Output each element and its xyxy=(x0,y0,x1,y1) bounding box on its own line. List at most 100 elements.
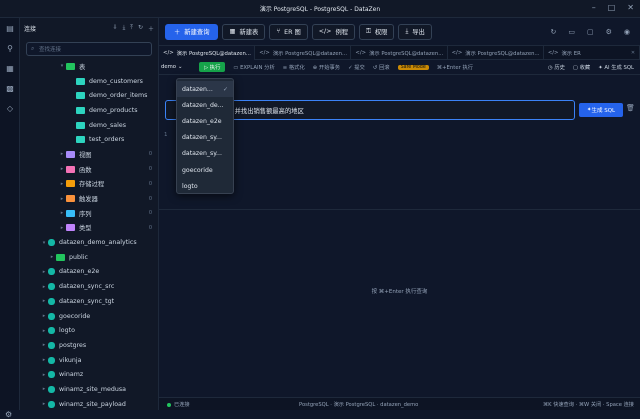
plugin-icon[interactable]: ◇ xyxy=(0,98,20,118)
github-icon[interactable]: ◉ xyxy=(624,28,630,36)
history-button[interactable]: ◷ 历史 xyxy=(548,63,565,71)
chevron-right-icon[interactable]: ▸ xyxy=(58,181,66,187)
new-table-button[interactable]: ▦ 新建表 xyxy=(222,23,266,40)
settings-gear-icon[interactable]: ⚙ xyxy=(5,410,12,419)
dropdown-option[interactable]: datazen_e2e xyxy=(177,113,233,129)
chevron-right-icon[interactable]: ▸ xyxy=(58,210,66,216)
minimize-button[interactable]: – xyxy=(592,3,596,12)
dropdown-option[interactable]: datazen_de... xyxy=(177,97,233,113)
refresh-icon[interactable]: ↻ xyxy=(550,28,556,36)
close-tab-icon[interactable]: ✕ xyxy=(631,50,635,56)
chevron-right-icon[interactable]: ▸ xyxy=(40,328,48,334)
tree-item-label: datazen_sync_src xyxy=(59,283,115,291)
generate-sql-button[interactable]: ✦ 生成 SQL xyxy=(579,103,623,117)
tree-item[interactable]: ▸ 类型 0 xyxy=(20,221,158,236)
chevron-right-icon[interactable]: ▸ xyxy=(58,196,66,202)
dropdown-option[interactable]: datazen... ✓ xyxy=(177,81,233,98)
tree-item[interactable]: demo_order_items xyxy=(20,88,158,103)
ai-generate-toggle[interactable]: ✦ AI 生成 SQL xyxy=(598,63,634,71)
tree-item[interactable]: ▸ goecoride xyxy=(20,309,158,324)
comment-icon[interactable]: ▢ xyxy=(587,28,594,36)
explain-button[interactable]: ▭ EXPLAIN 分析 xyxy=(233,63,274,71)
link-icon[interactable]: ⚲ xyxy=(0,38,20,58)
chevron-right-icon[interactable]: ▸ xyxy=(40,357,48,363)
tree-item[interactable]: ▾ datazen_demo_analytics xyxy=(20,235,158,250)
apps-icon[interactable]: ▩ xyxy=(0,78,20,98)
dropdown-option[interactable]: datazen_sy... xyxy=(177,146,233,162)
tree-item[interactable]: ▸ 存储过程 0 xyxy=(20,177,158,192)
tree-item[interactable]: ▸ 序列 0 xyxy=(20,206,158,221)
commit-button[interactable]: ✓ 提交 xyxy=(348,63,365,71)
format-button[interactable]: ≡ 格式化 xyxy=(283,63,305,71)
chevron-right-icon[interactable]: ▸ xyxy=(58,166,66,172)
chevron-right-icon[interactable]: ▸ xyxy=(58,151,66,157)
database-select[interactable]: demo ⌄ xyxy=(161,64,191,70)
chevron-right-icon[interactable]: ▸ xyxy=(40,342,48,348)
tree-item[interactable]: ▸ public xyxy=(20,250,158,265)
query-tab[interactable]: </> 演示 ER ✕ xyxy=(544,46,640,60)
export-button[interactable]: ⤓ 导出 xyxy=(398,23,432,40)
chevron-down-icon[interactable]: ▾ xyxy=(40,240,48,246)
add-connection-icon[interactable]: ＋ xyxy=(148,24,154,33)
dropdown-option[interactable]: goecoride xyxy=(177,162,233,178)
query-tab[interactable]: </>演示 PostgreSQL@datazen...✕ xyxy=(159,46,256,60)
sync-icon[interactable]: ↻ xyxy=(138,24,143,33)
query-tab[interactable]: </>演示 PostgreSQL@datazen...✕ xyxy=(448,46,544,60)
grid-icon[interactable]: ▦ xyxy=(0,58,20,78)
chevron-right-icon[interactable]: ▸ xyxy=(58,225,66,231)
connections-icon[interactable]: ▤ xyxy=(0,18,20,38)
chevron-right-icon[interactable]: ▸ xyxy=(48,254,56,260)
maximize-button[interactable]: □ xyxy=(608,3,616,12)
tree-item[interactable]: ▸ datazen_e2e xyxy=(20,265,158,280)
table-icon xyxy=(76,136,85,144)
tree-item[interactable]: demo_products xyxy=(20,103,158,118)
tree-item[interactable]: ▸ logto xyxy=(20,323,158,338)
settings-icon[interactable]: ⚙ xyxy=(606,28,612,36)
tree-item[interactable]: ▸ 视图 0 xyxy=(20,147,158,162)
download-icon[interactable]: ⤓ xyxy=(123,24,126,33)
tree-item[interactable]: ▸ winamz_site_payload xyxy=(20,397,158,410)
chevron-right-icon[interactable]: ▸ xyxy=(40,386,48,392)
tree-item[interactable]: ▸ 函数 0 xyxy=(20,162,158,177)
run-button[interactable]: ▷ 执行 xyxy=(199,62,226,72)
query-tab[interactable]: </>演示 PostgreSQL@datazen...✕ xyxy=(255,46,352,60)
safe-mode-badge[interactable]: Safe Mode xyxy=(397,64,429,70)
upload-icon[interactable]: ⤒ xyxy=(130,24,133,33)
import-icon[interactable]: ⇩ xyxy=(113,24,118,33)
tree-item[interactable]: ▸ datazen_sync_tgt xyxy=(20,294,158,309)
dropdown-option[interactable]: datazen_sy... xyxy=(177,130,233,146)
connection-search-input[interactable]: ⌕ 查找连接 xyxy=(26,42,152,56)
tree-item[interactable]: ▸ vikunja xyxy=(20,353,158,368)
query-tab[interactable]: </>演示 PostgreSQL@datazen...✕ xyxy=(351,46,448,60)
tree-item[interactable]: ▸ winamz xyxy=(20,367,158,382)
new-query-button[interactable]: ＋新建查询 xyxy=(165,23,219,40)
chevron-right-icon[interactable]: ▸ xyxy=(40,401,48,407)
tree-item[interactable]: ▸ 触发器 0 xyxy=(20,191,158,206)
chevron-right-icon[interactable]: ▸ xyxy=(40,269,48,275)
dropdown-option[interactable]: logto xyxy=(177,178,233,194)
dropdown-option-label: datazen_sy... xyxy=(182,134,222,142)
tree-item[interactable]: ▸ winamz_site_medusa xyxy=(20,382,158,397)
layout-icon[interactable]: ▭ xyxy=(568,28,575,36)
tree-item[interactable]: ▸ datazen_sync_src xyxy=(20,279,158,294)
tree-item[interactable]: demo_sales xyxy=(20,118,158,133)
trash-icon[interactable]: 🗑 xyxy=(626,104,635,112)
favorites-button[interactable]: ▢ 收藏 xyxy=(573,63,590,71)
close-button[interactable]: ✕ xyxy=(627,3,634,12)
begin-tx-button[interactable]: ⊕ 开始事务 xyxy=(313,63,340,71)
examples-button[interactable]: </> 例程 xyxy=(311,23,356,40)
tab-label: 演示 PostgreSQL@datazen... xyxy=(272,51,348,57)
tree-item[interactable]: ▾ 表 xyxy=(20,59,158,74)
tree-item[interactable]: ▸ postgres xyxy=(20,338,158,353)
rollback-button[interactable]: ↺ 回滚 xyxy=(373,63,390,71)
chevron-right-icon[interactable]: ▸ xyxy=(40,372,48,378)
er-diagram-button[interactable]: ⑂ ER 图 xyxy=(269,23,308,40)
tree-item-label: 存储过程 xyxy=(79,181,105,189)
tree-item[interactable]: demo_customers xyxy=(20,74,158,89)
tree-item[interactable]: test_orders xyxy=(20,132,158,147)
permissions-button[interactable]: ⚿ 权限 xyxy=(359,23,395,40)
chevron-down-icon[interactable]: ▾ xyxy=(58,63,66,69)
chevron-right-icon[interactable]: ▸ xyxy=(40,313,48,319)
chevron-right-icon[interactable]: ▸ xyxy=(40,298,48,304)
chevron-right-icon[interactable]: ▸ xyxy=(40,284,48,290)
